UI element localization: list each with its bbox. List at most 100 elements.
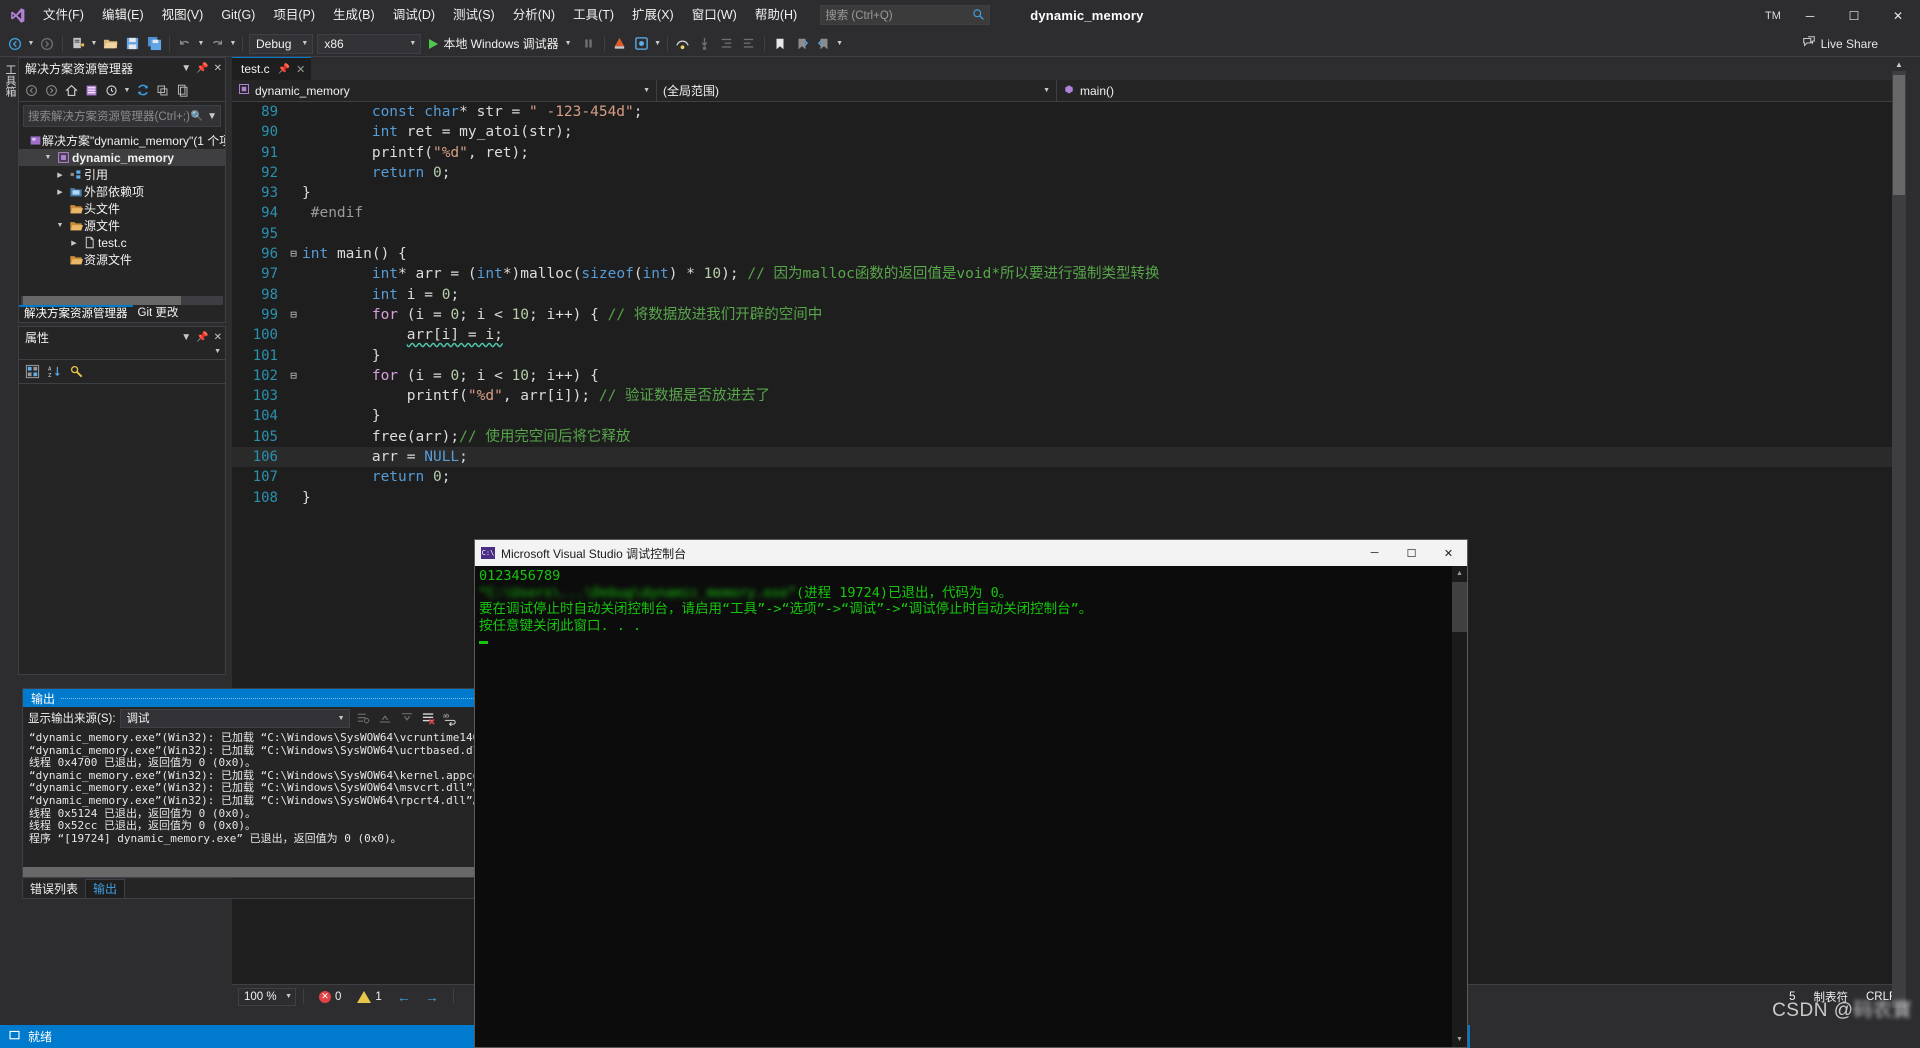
console-output-text[interactable]: 0123456789 “C:\Users\...\Debug\dynamic_m… — [475, 566, 1467, 1047]
code-line[interactable]: 107 return 0; — [232, 467, 1906, 487]
pending-changes-dropdown-icon[interactable]: ▼ — [122, 79, 132, 101]
code-line[interactable]: 90 int ret = my_atoi(str); — [232, 122, 1906, 142]
redo-dropdown-icon[interactable]: ▼ — [228, 33, 238, 55]
code-line[interactable]: 96 ⊟ int main() { — [232, 244, 1906, 264]
error-count-indicator[interactable]: ✕ 0 — [319, 990, 341, 1003]
menu-item-debug[interactable]: 调试(D) — [384, 0, 444, 31]
console-scroll-down-icon[interactable]: ▼ — [1452, 1032, 1467, 1047]
solution-configuration-combo[interactable]: Debug ▼ — [249, 33, 314, 54]
console-maximize-button[interactable]: ☐ — [1393, 540, 1430, 566]
redo-icon[interactable] — [206, 33, 228, 55]
warning-count-indicator[interactable]: 1 — [357, 990, 382, 1003]
tab-solution-explorer[interactable]: 解决方案资源管理器 — [19, 305, 133, 322]
hot-reload-icon[interactable] — [609, 33, 631, 55]
console-close-button[interactable]: ✕ — [1430, 540, 1467, 566]
close-icon-tab[interactable]: ✕ — [296, 63, 305, 76]
toolbar-overflow-icon[interactable]: ▼ — [835, 33, 845, 55]
tree-item-solution[interactable]: 解决方案"dynamic_memory"(1 个项目 — [19, 132, 225, 149]
hscrollbar-thumb[interactable] — [23, 296, 181, 305]
console-vertical-scrollbar[interactable]: ▲ ▼ — [1452, 566, 1467, 1047]
refresh-icon[interactable] — [133, 81, 152, 100]
expander-icon-deps[interactable]: ▶ — [53, 188, 67, 196]
code-line[interactable]: 92 return 0; — [232, 163, 1906, 183]
expander-icon-source[interactable]: ▼ — [53, 222, 67, 229]
code-line[interactable]: 93} — [232, 183, 1906, 203]
close-icon[interactable]: ✕ — [214, 63, 222, 74]
alphabetical-sort-icon[interactable]: AZ — [45, 362, 64, 381]
chevron-down-icon-props-obj[interactable]: ▼ — [214, 348, 221, 355]
chevron-down-icon-se[interactable]: ▼ — [207, 111, 217, 122]
code-line[interactable]: 91 printf("%d", ret); — [232, 143, 1906, 163]
go-to-previous-icon[interactable] — [376, 709, 394, 727]
code-line[interactable]: 95 — [232, 224, 1906, 244]
go-to-next-icon[interactable] — [398, 709, 416, 727]
code-line[interactable]: 94 #endif — [232, 203, 1906, 223]
step-over-icon[interactable] — [672, 33, 694, 55]
menu-item-tools[interactable]: 工具(T) — [564, 0, 623, 31]
console-scroll-up-icon[interactable]: ▲ — [1452, 566, 1467, 581]
code-line[interactable]: 97 int* arr = (int*)malloc(sizeof(int) *… — [232, 264, 1906, 284]
tree-item-references[interactable]: ▶ 引用 — [19, 166, 225, 183]
screenshot-dropdown-icon[interactable]: ▼ — [653, 33, 663, 55]
save-icon[interactable] — [121, 33, 143, 55]
menu-item-build[interactable]: 生成(B) — [324, 0, 384, 31]
pin-icon[interactable]: 📌 — [196, 63, 208, 74]
prev-bookmark-icon[interactable] — [813, 33, 835, 55]
clear-output-icon[interactable] — [420, 709, 438, 727]
navbar-member-combo[interactable]: main() ▼ — [1057, 80, 1906, 102]
code-line[interactable]: 102 ⊟ for (i = 0; i < 10; i++) { — [232, 366, 1906, 386]
properties-window-icon[interactable] — [82, 81, 101, 100]
back-dropdown-icon[interactable]: ▼ — [26, 33, 36, 55]
maximize-button[interactable]: ☐ — [1832, 0, 1876, 31]
screenshot-icon[interactable] — [631, 33, 653, 55]
debug-target-dropdown-icon[interactable]: ▼ — [565, 40, 572, 47]
new-project-icon[interactable] — [67, 33, 89, 55]
undo-icon[interactable] — [174, 33, 196, 55]
close-button[interactable]: ✕ — [1876, 0, 1920, 31]
minimize-button[interactable]: ─ — [1788, 0, 1832, 31]
chevron-down-icon-props[interactable]: ▼ — [181, 332, 191, 343]
console-title-bar[interactable]: C:\ Microsoft Visual Studio 调试控制台 ─ ☐ ✕ — [475, 540, 1467, 566]
menu-item-git[interactable]: Git(G) — [212, 0, 264, 31]
output-source-combo[interactable]: 调试 ▼ — [119, 708, 350, 728]
menu-item-help[interactable]: 帮助(H) — [746, 0, 806, 31]
new-dropdown-icon[interactable]: ▼ — [89, 33, 99, 55]
code-line[interactable]: 104 } — [232, 406, 1906, 426]
code-line[interactable]: 89 const char* str = " -123-454d"; — [232, 102, 1906, 122]
scroll-up-icon[interactable]: ▲ — [1892, 57, 1906, 71]
expander-icon-testc[interactable]: ▶ — [67, 239, 81, 247]
chevron-down-icon-nav2[interactable]: ▼ — [1043, 87, 1050, 94]
code-line[interactable]: 101 } — [232, 346, 1906, 366]
nav-forward-icon[interactable] — [42, 81, 61, 100]
navigate-forward-icon[interactable] — [36, 33, 58, 55]
solution-explorer-hscrollbar[interactable] — [21, 296, 223, 305]
solution-explorer-search-input[interactable]: 搜索解决方案资源管理器(Ctrl+;) 🔍 ▼ — [23, 105, 221, 127]
code-folding-glyph[interactable]: ⊟ — [288, 244, 299, 264]
tab-error-list[interactable]: 错误列表 — [23, 880, 85, 898]
chevron-down-icon-panel[interactable]: ▼ — [181, 63, 191, 74]
next-issue-button[interactable]: → — [418, 989, 446, 1005]
start-debugging-button[interactable]: 本地 Windows 调试器 ▼ — [423, 33, 577, 55]
tab-git-changes[interactable]: Git 更改 — [133, 306, 184, 321]
tree-item-source-files[interactable]: ▼ 源文件 — [19, 217, 225, 234]
chevron-down-icon-nav1[interactable]: ▼ — [643, 87, 650, 94]
tree-item-resource-files[interactable]: 资源文件 — [19, 251, 225, 268]
menu-bar[interactable]: 文件(F) 编辑(E) 视图(V) Git(G) 项目(P) 生成(B) 调试(… — [34, 0, 806, 31]
code-folding-glyph[interactable]: ⊟ — [288, 305, 299, 325]
home-icon[interactable] — [62, 81, 81, 100]
menu-item-file[interactable]: 文件(F) — [34, 0, 93, 31]
code-line[interactable]: 105 free(arr);// 使用完空间后将它释放 — [232, 427, 1906, 447]
menu-item-window[interactable]: 窗口(W) — [683, 0, 746, 31]
close-icon-props[interactable]: ✕ — [214, 332, 222, 343]
vscrollbar-thumb[interactable] — [1893, 75, 1905, 195]
categorized-view-icon[interactable] — [23, 362, 42, 381]
code-line[interactable]: 106 arr = NULL; — [232, 447, 1906, 468]
account-badge[interactable]: TM — [1758, 6, 1788, 26]
open-file-icon[interactable] — [99, 33, 121, 55]
code-line[interactable]: 103 printf("%d", arr[i]); // 验证数据是否放进去了 — [232, 386, 1906, 406]
menu-item-extensions[interactable]: 扩展(X) — [623, 0, 683, 31]
show-all-files-icon[interactable] — [173, 81, 192, 100]
toggle-word-wrap-icon[interactable]: ab — [442, 709, 460, 727]
tab-output[interactable]: 输出 — [85, 878, 126, 899]
next-bookmark-icon[interactable] — [791, 33, 813, 55]
